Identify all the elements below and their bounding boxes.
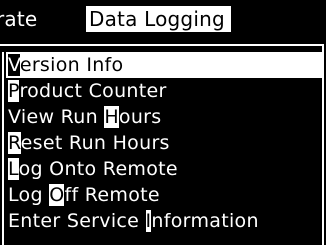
menu-item-label: og Onto Remote	[18, 158, 178, 180]
menu-item-label: ersion Info	[19, 54, 124, 76]
menu-item-hotkey: O	[49, 184, 65, 206]
menu-item-hotkey: R	[8, 132, 21, 154]
menu-item-label: roduct Counter	[19, 80, 167, 102]
menu-item-reset-run-hours[interactable]: Reset Run Hours	[6, 130, 322, 156]
menu-bar: rate Data Logging	[0, 0, 326, 36]
menu-item-label: eset Run Hours	[20, 132, 170, 154]
menu-item-hotkey: V	[8, 54, 20, 76]
menu-tab-previous[interactable]: rate	[0, 6, 37, 32]
menu-item-log-onto-remote[interactable]: Log Onto Remote	[6, 156, 322, 182]
menu-item-enter-service-information[interactable]: Enter Service Information	[6, 208, 322, 234]
menu-item-label: ours	[118, 106, 162, 128]
menu-item-hotkey: L	[8, 158, 19, 180]
menu-frame-left-edge	[2, 52, 4, 245]
menu-item-log-off-remote[interactable]: Log Off Remote	[6, 182, 322, 208]
printer-display: rate Data Logging Version Info Product C…	[0, 0, 326, 245]
menu-item-label: nformation	[151, 210, 259, 232]
data-logging-menu: Version Info Product Counter View Run Ho…	[6, 52, 322, 234]
menu-item-hotkey: P	[8, 80, 20, 102]
menu-item-version-info[interactable]: Version Info	[6, 52, 322, 78]
menu-item-product-counter[interactable]: Product Counter	[6, 78, 322, 104]
menu-item-prefix: Log	[8, 184, 50, 206]
menu-item-prefix: View Run	[8, 106, 105, 128]
menu-item-hotkey: H	[104, 106, 119, 128]
menu-item-prefix: Enter Service	[8, 210, 146, 232]
menu-item-label: ff Remote	[64, 184, 160, 206]
menu-item-view-run-hours[interactable]: View Run Hours	[6, 104, 322, 130]
menu-tab-data-logging[interactable]: Data Logging	[86, 6, 231, 32]
